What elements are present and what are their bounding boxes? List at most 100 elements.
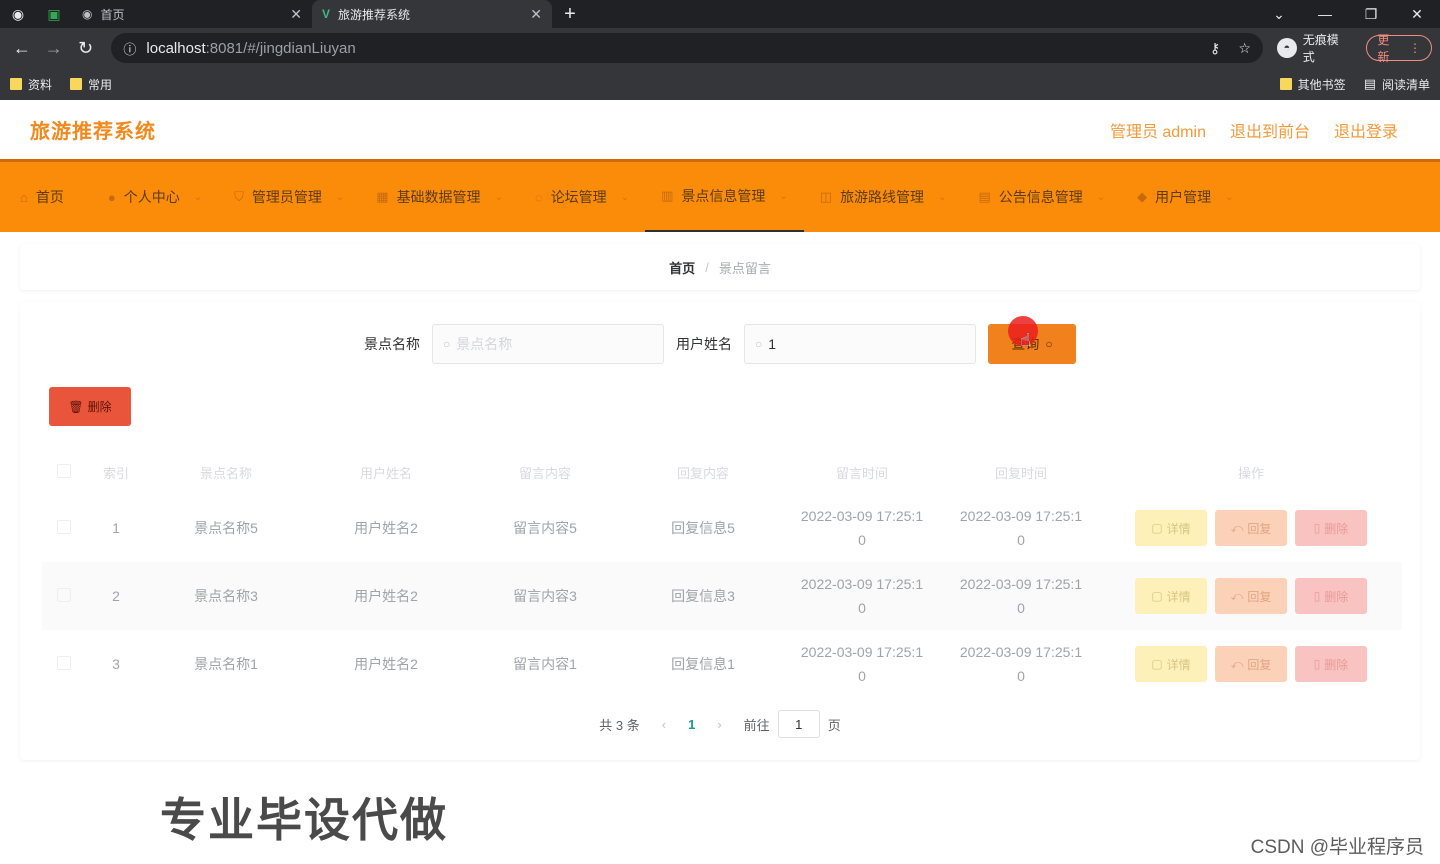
chevron-down-icon: ⌄ — [620, 191, 630, 203]
close-icon[interactable]: ✕ — [530, 6, 542, 23]
menu-label: 公告信息管理 — [998, 189, 1083, 205]
cell-reply: 回复信息3 — [624, 562, 782, 630]
star-icon[interactable]: ☆ — [1238, 40, 1251, 57]
menu-item-users[interactable]: ◆ 用户管理 ⌄ — [1121, 162, 1249, 232]
delete-label: 删除 — [1324, 589, 1349, 604]
bookmark-folder[interactable]: 常用 — [70, 76, 112, 93]
minimize-icon[interactable]: — — [1302, 6, 1348, 22]
browser-tab-app[interactable]: V 旅游推荐系统 ✕ — [312, 0, 552, 28]
incognito-label: 无痕模式 — [1302, 33, 1339, 64]
breadcrumb: 首页 / 景点留言 — [20, 244, 1420, 290]
menu-item-home[interactable]: ⌂ 首页 — [4, 162, 80, 232]
column-header[interactable]: 用户姓名 — [306, 450, 466, 494]
info-icon[interactable]: ⓘ — [123, 39, 136, 58]
incognito-indicator[interactable]: ◓ 无痕模式 — [1276, 31, 1350, 65]
delete-button[interactable]: ▯ 删除 — [1295, 646, 1367, 682]
next-page-icon[interactable]: › — [717, 717, 721, 732]
batch-delete-button[interactable]: 🗑 删除 — [49, 387, 131, 426]
pinned-tab-globe[interactable]: ◉ — [0, 0, 36, 28]
admin-label: 管理员 admin — [1109, 123, 1206, 141]
scenic-name-field[interactable]: ○ — [432, 324, 664, 364]
bookmark-label: 资料 — [28, 77, 53, 92]
scenic-name-input[interactable] — [456, 336, 637, 352]
restore-icon[interactable]: ❐ — [1348, 6, 1394, 23]
time-line: 2022-03-09 17:25:1 — [800, 576, 924, 592]
column-header[interactable]: 留言内容 — [466, 450, 624, 494]
menu-item-profile[interactable]: ● 个人中心 ⌄ — [80, 162, 218, 232]
menu-item-admin[interactable]: ⛉ 管理员管理 ⌄ — [218, 162, 360, 232]
row-select[interactable] — [42, 494, 86, 562]
detail-button[interactable]: ▢ 详情 — [1135, 646, 1207, 682]
chevron-down-icon: ⌄ — [335, 191, 345, 203]
checkbox[interactable] — [57, 519, 71, 534]
menu-label: 管理员管理 — [251, 189, 322, 205]
select-all-header[interactable] — [42, 450, 86, 494]
reply-button[interactable]: ⤺ 回复 — [1215, 646, 1287, 682]
menu-item-notice[interactable]: ▤ 公告信息管理 ⌄ — [962, 162, 1121, 232]
search-button[interactable]: 查询 ○ ☝ — [988, 316, 1076, 364]
detail-button[interactable]: ▢ 详情 — [1135, 578, 1207, 614]
row-select[interactable] — [42, 630, 86, 698]
user-name-field[interactable]: ○ — [744, 324, 976, 364]
menu-item-scenic[interactable]: ▥ 景点信息管理 ⌄ — [645, 162, 804, 232]
chevron-down-icon[interactable]: ⌄ — [1256, 6, 1302, 23]
menu-item-route[interactable]: ◫ 旅游路线管理 ⌄ — [804, 162, 963, 232]
column-header[interactable]: 景点名称 — [146, 450, 306, 494]
detail-button[interactable]: ▢ 详情 — [1135, 510, 1207, 546]
detail-label: 详情 — [1166, 589, 1191, 604]
cell-scenic-name: 景点名称3 — [146, 562, 306, 630]
user-name-input[interactable] — [768, 336, 949, 352]
key-icon[interactable]: ⚷ — [1210, 40, 1220, 57]
search-icon: ○ — [443, 337, 451, 351]
close-icon[interactable]: ✕ — [1394, 6, 1440, 23]
cell-user-name: 用户姓名2 — [306, 494, 466, 562]
column-header: 操作 — [1237, 465, 1264, 481]
back-to-front-link[interactable]: 退出到前台 — [1230, 118, 1310, 142]
breadcrumb-home[interactable]: 首页 — [669, 258, 695, 277]
reply-label: 回复 — [1247, 521, 1272, 536]
notice-icon: ▤ — [978, 189, 991, 204]
checkbox[interactable] — [57, 587, 71, 602]
reading-list[interactable]: ▤ 阅读清单 — [1364, 76, 1430, 93]
browser-tab-home[interactable]: ◉ 首页 ✕ — [72, 0, 312, 28]
time-line: 0 — [858, 532, 866, 548]
checkbox[interactable] — [57, 655, 71, 670]
bookmark-folder[interactable]: 资料 — [10, 76, 52, 93]
goto-page-input[interactable]: 1 — [777, 710, 820, 738]
delete-button[interactable]: ▯ 删除 — [1295, 578, 1367, 614]
reply-button[interactable]: ⤺ 回复 — [1215, 510, 1287, 546]
row-select[interactable] — [42, 562, 86, 630]
page-suffix: 页 — [827, 717, 841, 733]
page-number-current[interactable]: 1 — [688, 717, 695, 732]
reload-button[interactable]: ↻ — [72, 34, 100, 62]
update-button[interactable]: 更新 ⋮ — [1366, 33, 1433, 64]
trash-icon: 🗑 — [68, 399, 84, 414]
back-button[interactable]: ← — [8, 34, 36, 62]
close-icon[interactable]: ✕ — [290, 6, 302, 23]
other-bookmarks[interactable]: 其他书签 — [1279, 76, 1346, 93]
tab-title: 首页 — [100, 7, 125, 22]
delete-label: 删除 — [1324, 521, 1349, 536]
prev-page-icon[interactable]: ‹ — [662, 717, 666, 732]
checkbox[interactable] — [57, 463, 71, 478]
cell-actions: ▢ 详情 ⤺ 回复 ▯ 删除 — [1100, 630, 1402, 698]
reply-button[interactable]: ⤺ 回复 — [1215, 578, 1287, 614]
chevron-down-icon: ⌄ — [1225, 191, 1234, 203]
column-header[interactable]: 索引 — [86, 450, 146, 494]
folder-icon — [10, 78, 22, 90]
menu-item-basedata[interactable]: ▦ 基础数据管理 ⌄ — [360, 162, 519, 232]
menu-item-forum[interactable]: ◌ 论坛管理 ⌄ — [519, 162, 645, 232]
logout-link[interactable]: 退出登录 — [1334, 118, 1398, 142]
pinned-tab-sheet[interactable]: ▣ — [36, 0, 72, 28]
column-header[interactable]: 回复内容 — [624, 450, 782, 494]
grid-icon: ▦ — [376, 189, 389, 204]
address-bar[interactable]: ⓘ localhost:8081/#/jingdianLiuyan ⚷ ☆ — [111, 33, 1263, 63]
goto-label: 前往 — [743, 717, 770, 733]
delete-button[interactable]: ▯ 删除 — [1295, 510, 1367, 546]
new-tab-button[interactable]: + — [552, 0, 588, 28]
trash-icon: ▯ — [1313, 521, 1321, 535]
cell-index: 2 — [86, 562, 146, 630]
column-header[interactable]: 留言时间 — [782, 450, 942, 494]
forward-button[interactable]: → — [40, 34, 68, 62]
column-header[interactable]: 回复时间 — [942, 450, 1100, 494]
